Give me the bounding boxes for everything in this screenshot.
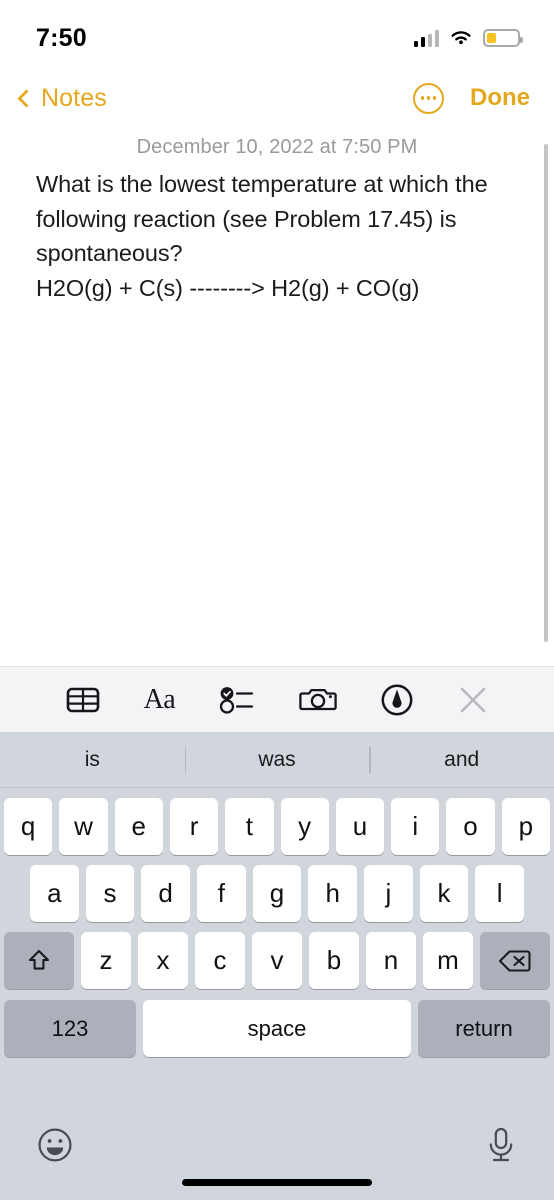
key-v[interactable]: v [252, 932, 302, 989]
key-b[interactable]: b [309, 932, 359, 989]
key-q[interactable]: q [4, 798, 53, 855]
keyboard-row-1: q w e r t y u i o p [0, 798, 554, 855]
key-s[interactable]: s [85, 865, 135, 922]
key-k[interactable]: k [419, 865, 469, 922]
status-indicators [413, 21, 523, 47]
space-key[interactable]: space [143, 1000, 411, 1057]
emoji-smiley-icon[interactable] [36, 1126, 74, 1164]
prediction-2[interactable]: was [185, 748, 370, 772]
status-bar: 7:50 [0, 0, 554, 68]
iphone-notes-screen: 7:50 Notes Done December 10, 2022 at 7:5… [0, 0, 554, 1200]
key-u[interactable]: u [335, 798, 385, 855]
cellular-signal-icon [413, 30, 439, 47]
key-z[interactable]: z [81, 932, 131, 989]
wifi-icon [451, 31, 471, 45]
key-a[interactable]: a [29, 865, 79, 922]
key-c[interactable]: c [195, 932, 245, 989]
key-r[interactable]: r [169, 798, 219, 855]
key-y[interactable]: y [280, 798, 329, 855]
done-button[interactable]: Done [470, 84, 530, 112]
note-body-text[interactable]: What is the lowest temperature at which … [0, 165, 554, 305]
key-h[interactable]: h [308, 865, 358, 922]
ellipsis-circle-icon[interactable] [413, 82, 444, 114]
note-content-area[interactable]: December 10, 2022 at 7:50 PM What is the… [0, 128, 554, 666]
status-time: 7:50 [36, 23, 87, 52]
numbers-key[interactable]: 123 [4, 1000, 136, 1057]
prediction-1[interactable]: is [0, 748, 185, 772]
chevron-left-icon [17, 88, 36, 108]
key-w[interactable]: w [59, 798, 108, 855]
key-d[interactable]: d [141, 865, 190, 922]
key-g[interactable]: g [252, 865, 302, 922]
navigation-bar: Notes Done [0, 68, 554, 128]
markup-pen-icon[interactable] [380, 683, 414, 717]
camera-icon[interactable] [298, 685, 337, 715]
table-icon[interactable] [66, 686, 100, 714]
key-j[interactable]: j [364, 865, 413, 922]
return-key[interactable]: return [418, 1000, 550, 1057]
back-to-notes-button[interactable]: Notes [10, 84, 107, 113]
key-l[interactable]: l [475, 865, 525, 922]
note-timestamp: December 10, 2022 at 7:50 PM [136, 136, 418, 158]
nav-right-actions: Done [413, 82, 530, 114]
key-p[interactable]: p [501, 798, 550, 855]
keyboard-row-4: 123 space return [0, 1000, 554, 1057]
close-icon[interactable] [458, 685, 488, 715]
shift-arrow-icon[interactable] [4, 932, 74, 989]
note-format-toolbar: Aa [0, 666, 554, 732]
microphone-icon[interactable] [484, 1126, 518, 1164]
format-text-label: Aa [143, 683, 176, 715]
prediction-3[interactable]: and [369, 748, 554, 772]
key-o[interactable]: o [446, 798, 495, 855]
checklist-icon[interactable] [219, 685, 255, 715]
home-indicator [182, 1179, 372, 1186]
key-m[interactable]: m [423, 932, 473, 989]
predictive-text-bar: is was and [0, 732, 554, 788]
backspace-icon[interactable] [480, 932, 550, 989]
key-f[interactable]: f [197, 865, 246, 922]
key-i[interactable]: i [391, 798, 440, 855]
keyboard-bottom-bar [0, 1114, 554, 1200]
keyboard-row-3: z x c v b n m [0, 932, 554, 989]
key-x[interactable]: x [138, 932, 188, 989]
keyboard-row-2: a s d f g h j k l [0, 865, 554, 922]
key-n[interactable]: n [366, 932, 416, 989]
key-e[interactable]: e [114, 798, 163, 855]
vertical-scrollbar[interactable] [544, 144, 548, 642]
key-t[interactable]: t [225, 798, 274, 855]
back-button-label: Notes [41, 83, 107, 112]
virtual-keyboard: is was and q w e r t y u i o p a s d f g… [0, 732, 554, 1200]
battery-low-icon [483, 29, 523, 47]
format-text-icon[interactable]: Aa [144, 684, 176, 716]
